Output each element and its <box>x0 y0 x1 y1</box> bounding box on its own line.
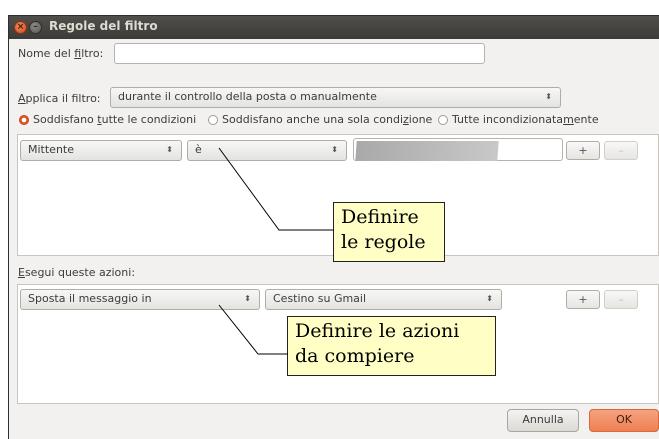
callout-leader-lines <box>218 147 334 355</box>
cancel-button[interactable]: Annulla <box>507 409 579 432</box>
ok-button[interactable]: OK <box>589 409 659 432</box>
actions-leader-line <box>218 304 288 355</box>
rules-leader-line <box>218 147 334 231</box>
